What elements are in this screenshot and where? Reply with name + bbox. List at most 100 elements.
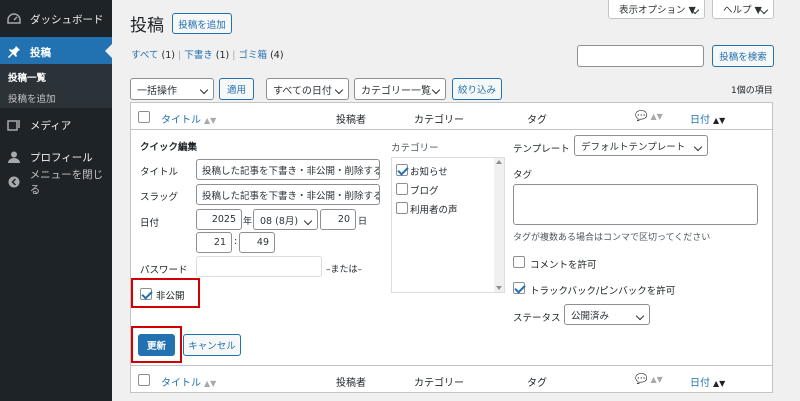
sort-icon: ▲▼ [204,116,217,125]
column-title-sort[interactable]: タイトル ▲▼ [161,111,216,126]
column-tags: タグ [527,115,547,126]
column-date-label: 日付 [690,115,710,126]
highlight-private [131,278,200,308]
post-search-input[interactable] [577,45,704,67]
comment-icon: 💬 [635,111,648,122]
template-label: テンプレート [513,144,570,155]
admin-sidebar: ダッシュボード 投稿 投稿一覧 投稿を追加 メディア プロフィール メニューを閉… [0,0,112,401]
title-input[interactable]: 投稿した記事を下書き・非公開・削除する [196,159,380,180]
column-date-label: 日付 [690,378,710,389]
sidebar-item-posts[interactable]: 投稿 [0,37,112,67]
sort-icon: ▲▼ [650,375,663,384]
allow-comments-checkbox[interactable] [513,256,525,268]
filter-separator: | [232,50,236,61]
comment-icon: 💬 [635,374,648,385]
page-title: 投稿 [130,16,164,36]
column-comments-sort[interactable]: 💬 ▲▼ [635,111,663,122]
sort-desc-icon: ▲▼ [713,116,726,125]
search-posts-button[interactable]: 投稿を検索 [712,45,774,67]
filter-all-link[interactable]: すべて [131,50,158,61]
items-count: 1個の項目 [731,86,773,96]
column-categories: カテゴリー [414,378,464,389]
sidebar-item-media[interactable]: メディア [0,110,112,140]
tags-textarea[interactable] [513,184,758,225]
categories-scrollbar[interactable] [494,158,504,292]
screen-options-button[interactable]: 表示オプション ▼ [608,0,705,19]
sidebar-collapse-button[interactable]: メニューを閉じる [0,167,112,197]
pin-icon [6,44,22,60]
slug-input[interactable]: 投稿した記事を下書き・非公開・削除する [196,184,380,205]
column-title-label: タイトル [161,115,201,126]
category-filter-select[interactable]: カテゴリー一覧 [354,78,446,100]
sidebar-item-label: プロフィール [30,151,93,164]
allow-pings-checkbox[interactable] [513,282,525,294]
allow-comments-label: コメントを許可 [530,260,597,271]
category-checkbox-news[interactable] [396,164,408,176]
sidebar-item-label: メディア [30,119,72,132]
sidebar-item-dashboard[interactable]: ダッシュボード [0,4,112,34]
quick-edit-heading: クイック編集 [140,142,198,153]
column-date-sort[interactable]: 日付 ▲▼ [690,111,725,126]
day-input[interactable]: 20 [320,209,356,230]
submenu-item-all-posts[interactable]: 投稿一覧 [8,70,46,84]
category-checkbox-testimonials[interactable] [396,202,408,214]
sort-icon: ▲▼ [650,112,663,121]
user-icon [6,149,22,165]
filter-trash-count: (4) [270,50,284,61]
column-author: 投稿者 [336,378,366,389]
select-all-checkbox[interactable] [138,111,150,123]
submenu-item-add-post[interactable]: 投稿を追加 [8,91,56,105]
posts-submenu: 投稿一覧 投稿を追加 [0,64,112,108]
sidebar-item-label: ダッシュボード [30,13,104,26]
column-tags: タグ [527,378,547,389]
year-suffix: 年 [243,217,253,227]
hour-input[interactable]: 21 [196,232,232,253]
day-suffix: 日 [358,217,368,227]
category-label-blog: ブログ [410,186,439,197]
template-select[interactable]: デフォルトテンプレート [574,135,708,156]
minute-input[interactable]: 49 [239,232,275,253]
status-select[interactable]: 公開済み [564,304,650,325]
tags-hint: タグが複数ある場合はコンマで区切ってください [513,233,711,243]
column-title-label: タイトル [161,378,201,389]
filter-drafts-link[interactable]: 下書き [184,50,213,61]
time-colon: : [234,236,238,247]
year-input[interactable]: 2025 [196,209,242,230]
month-select[interactable]: 08 (8月) [253,209,318,230]
filter-trash-link[interactable]: ゴミ箱 [239,50,268,61]
allow-pings-label: トラックバック/ピンバックを許可 [530,286,676,297]
post-status-filters: すべて (1) | 下書き (1) | ゴミ箱 (4) [131,47,284,61]
collapse-icon [6,174,22,190]
select-all-checkbox-bottom[interactable] [138,374,150,386]
active-menu-arrow [105,44,112,58]
filter-button[interactable]: 絞り込み [452,78,502,100]
dashboard-icon [6,11,22,27]
help-button[interactable]: ヘルプ ▼ [712,0,774,19]
date-filter-select[interactable]: すべての日付 [266,78,349,100]
media-icon [6,117,22,133]
posts-table-footer: タイトル ▲▼ 投稿者 カテゴリー タグ 💬 ▲▼ 日付 ▲▼ [130,365,773,393]
category-checkbox-blog[interactable] [396,183,408,195]
status-label: ステータス [513,313,561,324]
cancel-button[interactable]: キャンセル [183,334,241,356]
or-separator: –または– [326,265,363,275]
add-new-post-button[interactable]: 投稿を追加 [172,13,232,34]
sidebar-item-label: 投稿 [30,46,51,59]
column-title-sort[interactable]: タイトル ▲▼ [161,374,216,389]
bulk-actions-select[interactable]: 一括操作 [130,78,214,100]
apply-button[interactable]: 適用 [219,78,254,100]
categories-list [391,157,505,293]
filter-drafts-count: (1) [215,50,230,61]
column-comments-sort[interactable]: 💬 ▲▼ [635,374,663,385]
slug-label: スラッグ [140,192,179,203]
password-input[interactable] [196,256,322,277]
column-author: 投稿者 [336,115,366,126]
sidebar-item-label: メニューを閉じる [29,169,104,196]
title-label: タイトル [140,167,179,178]
column-date-sort[interactable]: 日付 ▲▼ [690,374,725,389]
tags-label: タグ [513,170,533,181]
category-label-testimonials: 利用者の声 [410,205,458,216]
password-label: パスワード [140,265,188,276]
sort-desc-icon: ▲▼ [713,379,726,388]
column-categories: カテゴリー [414,115,464,126]
